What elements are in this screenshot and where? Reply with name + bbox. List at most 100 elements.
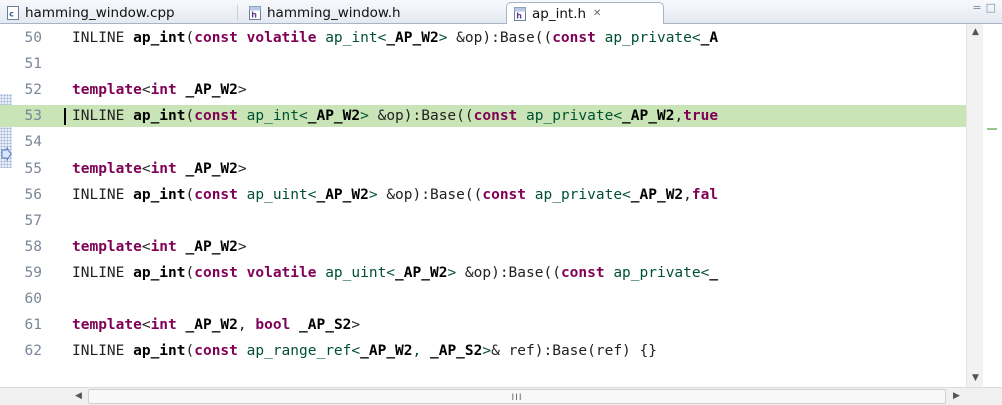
vertical-scrollbar[interactable]: ▲ ▼	[966, 24, 983, 387]
scroll-left-arrow-icon[interactable]: ◀	[70, 388, 87, 405]
scroll-down-arrow-icon[interactable]: ▼	[967, 370, 984, 387]
code-token: >	[360, 108, 369, 125]
code-token: ,	[674, 108, 684, 125]
minimize-icon[interactable]: =	[972, 2, 981, 14]
overview-ruler[interactable]	[983, 24, 1002, 387]
code-token: const	[194, 264, 238, 281]
code-text: INLINE ap_int(const ap_range_ref<_AP_W2,…	[52, 343, 657, 359]
code-token: <	[141, 238, 151, 255]
code-token: _AP_W2	[386, 30, 439, 46]
code-line[interactable]: 50 INLINE ap_int(const volatile ap_int<_A…	[0, 27, 990, 49]
line-number: 57	[24, 212, 42, 229]
code-token: ap_int	[133, 186, 186, 203]
code-token: ap_int	[133, 108, 186, 125]
tab-hamming-window-h[interactable]: h hamming_window.h	[242, 2, 494, 24]
code-line[interactable]: 56 INLINE ap_int(const ap_uint<_AP_W2> &o…	[0, 184, 990, 206]
code-token: template	[72, 82, 142, 99]
code-line[interactable]: 58 template<int _AP_W2>	[0, 236, 990, 258]
code-token: <	[141, 317, 151, 334]
code-token: int	[150, 82, 177, 99]
code-line[interactable]: 51	[0, 53, 990, 75]
tab-ap-int-h[interactable]: h ap_int.h ✕	[506, 2, 664, 25]
text-cursor	[64, 108, 66, 126]
horizontal-scroll-thumb[interactable]: III	[88, 389, 946, 404]
code-token: const	[552, 30, 596, 46]
code-token: ap_uint<	[246, 186, 317, 203]
code-token: ,	[237, 317, 256, 334]
header-file-icon: h	[514, 6, 526, 21]
code-token: int	[150, 238, 177, 255]
scroll-up-arrow-icon[interactable]: ▲	[967, 24, 984, 41]
tab-hamming-window-cpp[interactable]: c hamming_window.cpp	[0, 2, 232, 24]
code-token: <	[141, 82, 151, 99]
code-line[interactable]: 61 template<int _AP_W2, bool _AP_S2>	[0, 314, 990, 336]
line-number: 53	[24, 108, 42, 125]
close-icon[interactable]: ✕	[593, 8, 601, 19]
cpp-file-icon: c	[7, 6, 19, 20]
svg-text:h: h	[516, 11, 522, 20]
code-token: template	[72, 160, 142, 177]
code-token: INLINE	[72, 186, 134, 203]
code-token: ap_int	[133, 343, 186, 360]
code-line[interactable]: 59 INLINE ap_int(const volatile ap_uint<_…	[0, 262, 990, 284]
code-token: bool	[255, 317, 291, 334]
code-editor[interactable]: 50 INLINE ap_int(const volatile ap_int<_A…	[0, 24, 1002, 387]
code-line[interactable]: 60	[0, 288, 990, 310]
code-token: ,	[412, 343, 430, 360]
code-line[interactable]: 52 template<int _AP_W2>	[0, 79, 990, 101]
tab-separator	[237, 5, 238, 20]
code-token: <	[141, 160, 151, 177]
code-line[interactable]: 54	[0, 131, 990, 153]
code-token: ,	[683, 186, 692, 203]
line-number: 59	[24, 264, 42, 281]
tab-label: hamming_window.h	[267, 5, 401, 21]
code-token: ap_private<	[613, 264, 710, 281]
code-token: _AP_W2	[395, 264, 448, 281]
code-token: >	[447, 264, 457, 281]
code-line[interactable]: 57	[0, 210, 990, 232]
code-text: INLINE ap_int(const volatile ap_uint<_AP…	[52, 265, 718, 281]
code-token: (	[185, 108, 195, 125]
code-token: _AP_W2	[316, 186, 369, 203]
code-token: const	[560, 264, 605, 281]
line-number: 51	[24, 56, 42, 73]
line-number: 52	[24, 82, 42, 99]
code-token: INLINE	[72, 343, 134, 360]
code-line[interactable]: 55 template<int _AP_W2>	[0, 158, 990, 180]
code-text: INLINE ap_int(const ap_int<_AP_W2> &op):…	[52, 108, 718, 124]
line-number: 56	[24, 186, 42, 203]
code-token: INLINE	[72, 30, 134, 46]
code-line[interactable]: 62 INLINE ap_int(const ap_range_ref<_AP_W…	[0, 340, 990, 362]
scroll-grip: III	[511, 393, 523, 403]
code-text: template<int _AP_W2>	[52, 239, 247, 255]
code-token: ap_private<	[526, 108, 623, 125]
code-token: _AP_W2	[185, 317, 238, 334]
code-token: _AP_W2	[185, 160, 238, 177]
code-token: _AP_S2	[429, 343, 483, 360]
code-token: ap_uint<	[325, 264, 396, 281]
code-token: _AP_W2	[307, 108, 361, 125]
code-token: >	[368, 186, 378, 203]
code-line[interactable]: 53 INLINE ap_int(const ap_int<_AP_W2> &op…	[0, 105, 990, 128]
code-token: ap_private<	[604, 30, 701, 46]
horizontal-scrollbar[interactable]: ◀ III ▶	[0, 387, 1002, 405]
scroll-right-arrow-icon[interactable]: ▶	[948, 388, 965, 405]
code-token: _AP_W2	[622, 108, 675, 125]
maximize-icon[interactable]: □	[986, 2, 996, 14]
tab-label: hamming_window.cpp	[25, 5, 175, 21]
svg-text:h: h	[251, 11, 257, 20]
code-token: volatile	[246, 30, 317, 46]
overview-mark[interactable]	[987, 128, 997, 130]
view-controls: = □	[972, 2, 996, 14]
code-token: _AP_W2	[360, 343, 413, 360]
svg-text:c: c	[9, 10, 14, 19]
code-token: fal	[691, 186, 719, 203]
